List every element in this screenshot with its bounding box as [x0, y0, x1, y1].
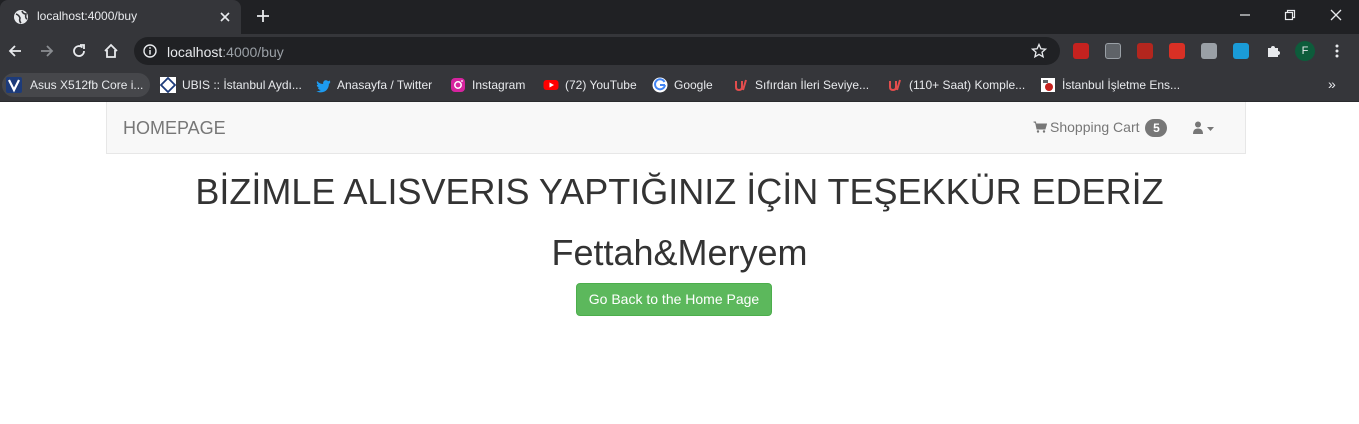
url-path: :4000/buy [222, 44, 284, 60]
bookmark-label: Asus X512fb Core i... [30, 78, 144, 92]
v-logo-icon [6, 77, 22, 93]
url-text: localhost:4000/buy [167, 44, 284, 60]
bookmark-item[interactable]: Google [646, 73, 722, 97]
twitter-icon [316, 80, 331, 93]
browser-toolbar: localhost:4000/buy F [0, 34, 1359, 68]
bookmark-item[interactable]: UBIS :: İstanbul Aydı... [154, 73, 304, 97]
bookmark-item[interactable]: Asus X512fb Core i... [2, 73, 150, 97]
navbar-brand-link[interactable]: HOMEPAGE [123, 118, 226, 139]
bookmark-label: (110+ Saat) Komple... [909, 78, 1026, 92]
browser-tab-active[interactable]: localhost:4000/buy [0, 0, 241, 34]
shield-extension-icon[interactable] [1105, 43, 1121, 59]
forward-extension-icon[interactable] [1169, 43, 1185, 59]
adblock-extension-icon[interactable] [1137, 43, 1153, 59]
signature-heading: Fettah&Meryem [551, 232, 808, 273]
back-icon[interactable] [6, 42, 24, 60]
url-host: localhost [167, 44, 223, 60]
bookmark-item[interactable]: Instagram [444, 73, 534, 97]
site-info-icon[interactable] [143, 44, 157, 58]
browser-tabstrip: localhost:4000/buy [0, 0, 1359, 34]
home-icon[interactable] [102, 42, 120, 60]
bookmark-label: UBIS :: İstanbul Aydı... [182, 78, 302, 92]
bookmark-item[interactable]: Sıfırdan İleri Seviye... [727, 73, 872, 97]
shopping-cart-icon [1033, 121, 1047, 133]
pdf-extension-icon[interactable] [1073, 43, 1089, 59]
tab-title: localhost:4000/buy [37, 9, 138, 23]
address-bar[interactable]: localhost:4000/buy [134, 37, 1060, 65]
reload-icon[interactable] [70, 42, 88, 60]
instagram-icon [451, 78, 465, 92]
udemy-icon [735, 79, 747, 92]
bookmark-label: (72) YouTube [565, 78, 637, 92]
user-dropdown-icon[interactable] [1193, 121, 1217, 135]
menu-dots-icon[interactable] [1329, 43, 1345, 59]
bookmark-label: Anasayfa / Twitter [337, 78, 433, 92]
close-window-icon[interactable] [1328, 7, 1344, 23]
bookmark-star-icon[interactable] [1031, 43, 1047, 59]
udemy-icon [889, 79, 901, 92]
youtube-icon [543, 80, 559, 90]
bookmark-item[interactable]: (72) YouTube [537, 73, 642, 97]
shopping-cart-link[interactable]: Shopping Cart 5 [1033, 119, 1168, 137]
minimize-icon[interactable] [1237, 7, 1253, 23]
restore-icon[interactable] [1282, 7, 1298, 23]
ubis-icon [160, 77, 176, 93]
bookmarks-overflow-icon[interactable]: » [1328, 76, 1336, 92]
close-tab-icon[interactable] [217, 9, 233, 25]
bookmarks-bar: Asus X512fb Core i... UBIS :: İstanbul A… [0, 68, 1359, 102]
bookmark-item[interactable]: Anasayfa / Twitter [309, 73, 439, 97]
institute-icon [1041, 78, 1055, 92]
chat-extension-icon[interactable] [1201, 43, 1217, 59]
puzzle-extensions-icon[interactable] [1265, 43, 1281, 59]
profile-avatar[interactable]: F [1295, 41, 1315, 61]
bookmark-label: Instagram [472, 78, 526, 92]
bookmark-label: Sıfırdan İleri Seviye... [755, 78, 870, 92]
site-navbar: HOMEPAGE Shopping Cart 5 [106, 102, 1246, 154]
globe-icon [14, 10, 28, 24]
thank-you-heading: BİZİMLE ALISVERIS YAPTIĞINIZ İÇİN TEŞEKK… [195, 171, 1164, 212]
camera-extension-icon[interactable] [1233, 43, 1249, 59]
forward-icon[interactable] [38, 42, 56, 60]
bookmark-label: İstanbul İşletme Ens... [1062, 78, 1181, 92]
shopping-cart-label: Shopping Cart [1050, 119, 1140, 135]
cart-count-badge: 5 [1145, 119, 1168, 137]
bookmark-item[interactable]: (110+ Saat) Komple... [881, 73, 1031, 97]
bookmark-item[interactable]: İstanbul İşletme Ens... [1034, 73, 1184, 97]
google-icon [652, 77, 668, 93]
bookmark-label: Google [674, 78, 713, 92]
new-tab-icon[interactable] [254, 7, 272, 25]
back-to-home-button[interactable]: Go Back to the Home Page [576, 283, 772, 316]
